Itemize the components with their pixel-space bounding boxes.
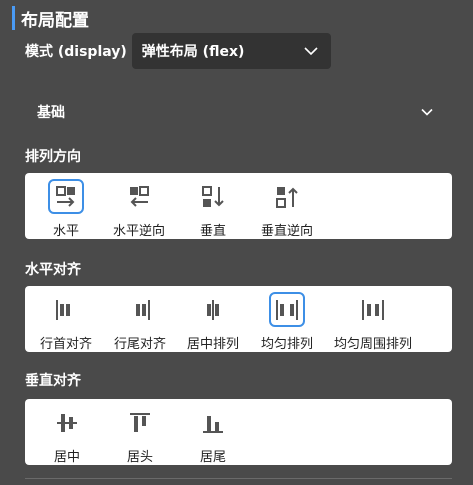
chevron-down-icon xyxy=(304,47,318,56)
basic-section-title: 基础 xyxy=(37,105,65,121)
option-label: 行尾对齐 xyxy=(113,337,166,352)
mode-label: 模式 (display) xyxy=(25,44,127,60)
option-label: 行首对齐 xyxy=(39,337,92,352)
align-start-option[interactable]: 居头 xyxy=(120,399,160,465)
basic-section-header[interactable]: 基础 xyxy=(37,100,435,124)
direction-row-reverse-option[interactable]: 水平逆向 xyxy=(109,173,169,239)
row-reverse-direction-icon xyxy=(121,179,157,214)
direction-row-option[interactable]: 水平 xyxy=(46,173,86,239)
column-reverse-direction-icon xyxy=(269,179,305,214)
chevron-down-icon xyxy=(421,108,433,116)
justify-end-option[interactable]: 行尾对齐 xyxy=(110,286,170,352)
option-label: 均匀排列 xyxy=(260,337,313,352)
display-mode-select[interactable]: 弹性布局 (flex) xyxy=(131,33,331,69)
option-label: 垂直逆向 xyxy=(260,224,313,239)
option-label: 居中 xyxy=(53,450,80,465)
justify-center-option[interactable]: 居中排列 xyxy=(183,286,243,352)
option-label: 均匀周围排列 xyxy=(333,337,412,352)
direction-label: 排列方向 xyxy=(25,149,81,165)
option-label: 水平逆向 xyxy=(112,224,165,239)
justify-end-icon xyxy=(122,292,158,327)
justify-center-icon xyxy=(195,292,231,327)
align-center-option[interactable]: 居中 xyxy=(47,399,87,465)
align-center-icon xyxy=(49,405,85,440)
column-direction-icon xyxy=(195,179,231,214)
direction-options: 水平 水平逆向 垂直 垂直逆向 xyxy=(25,173,452,239)
divider xyxy=(25,478,452,479)
align-end-icon xyxy=(195,405,231,440)
panel-title-text: 布局配置 xyxy=(21,10,89,31)
justify-space-between-icon xyxy=(269,292,305,327)
justify-start-option[interactable]: 行首对齐 xyxy=(36,286,96,352)
row-direction-icon xyxy=(48,179,84,214)
align-end-option[interactable]: 居尾 xyxy=(193,399,233,465)
option-label: 居中排列 xyxy=(186,337,239,352)
option-label: 居头 xyxy=(126,450,153,465)
display-mode-value: 弹性布局 (flex) xyxy=(141,44,245,60)
option-label: 居尾 xyxy=(199,450,226,465)
direction-column-option[interactable]: 垂直 xyxy=(193,173,233,239)
option-label: 垂直 xyxy=(199,224,226,239)
option-label: 水平 xyxy=(52,224,79,239)
justify-space-between-option[interactable]: 均匀排列 xyxy=(257,286,317,352)
justify-start-icon xyxy=(48,292,84,327)
align-label: 垂直对齐 xyxy=(25,373,81,389)
align-options: 居中 居头 居尾 xyxy=(25,399,452,465)
mode-row: 模式 (display) 弹性布局 (flex) xyxy=(25,33,331,69)
justify-options: 行首对齐 行尾对齐 居中排列 均匀排列 均匀周围排列 xyxy=(25,286,452,352)
justify-space-around-option[interactable]: 均匀周围排列 xyxy=(328,286,418,352)
direction-column-reverse-option[interactable]: 垂直逆向 xyxy=(257,173,317,239)
justify-space-around-icon xyxy=(355,292,391,327)
justify-label: 水平对齐 xyxy=(25,262,81,278)
panel-title: 布局配置 xyxy=(12,6,89,31)
align-start-icon xyxy=(122,405,158,440)
